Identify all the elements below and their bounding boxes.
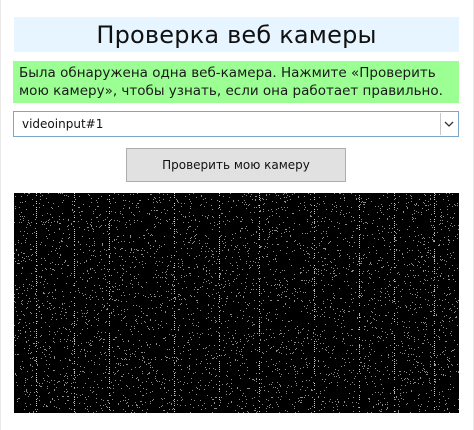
camera-select[interactable]: videoinput#1 <box>13 111 459 137</box>
video-noise <box>14 193 459 413</box>
camera-video-preview <box>14 193 459 413</box>
chevron-down-icon[interactable] <box>440 113 457 135</box>
check-camera-button[interactable]: Проверить мою камеру <box>126 148 346 182</box>
camera-detected-message: Была обнаружена одна веб-камера. Нажмите… <box>13 61 459 103</box>
camera-select-value: videoinput#1 <box>22 117 104 131</box>
page-title: Проверка веб камеры <box>14 17 459 52</box>
